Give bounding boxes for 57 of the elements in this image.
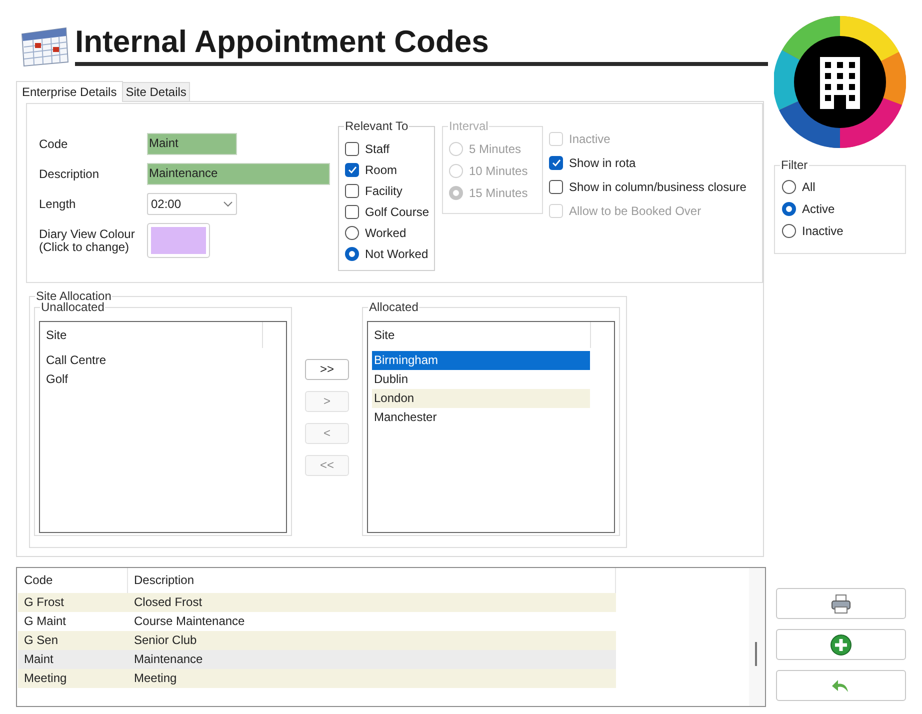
checkbox-option[interactable]: Show in column/business closure — [549, 180, 746, 194]
undo-icon — [831, 678, 851, 694]
table-cell-text: Maint — [23, 651, 54, 668]
checkbox-option[interactable]: Room — [345, 163, 434, 177]
list-item[interactable]: London — [372, 389, 590, 408]
table-row[interactable]: G Sen Senior Club — [18, 631, 616, 650]
text-field[interactable]: Maint — [147, 133, 237, 155]
radio-option[interactable]: Active — [782, 202, 905, 216]
radio-option[interactable]: Worked — [345, 226, 434, 240]
length-dropdown[interactable]: 02:00 — [147, 193, 237, 215]
radio-option[interactable]: Not Worked — [345, 247, 434, 261]
group-title: Interval — [448, 119, 490, 133]
check-icon — [552, 159, 560, 167]
group-title: Allocated — [368, 300, 420, 314]
group-title: Filter — [780, 158, 809, 172]
field-label: Diary View Colour (Click to change) — [39, 228, 136, 254]
radio-option[interactable]: All — [782, 180, 905, 194]
table-row[interactable]: Maint Maintenance — [18, 650, 616, 669]
tab[interactable]: Enterprise Details — [16, 81, 123, 102]
tab[interactable]: Site Details — [122, 82, 190, 101]
checkbox-option[interactable]: Show in rota — [549, 156, 746, 170]
table-cell-text: Senior Club — [133, 632, 198, 649]
group-title: Unallocated — [40, 300, 106, 314]
table-cell-text: Maintenance — [133, 651, 204, 668]
radio-option[interactable]: Inactive — [782, 224, 905, 238]
table-row[interactable]: G Frost Closed Frost — [18, 593, 616, 612]
list-item[interactable]: Birmingham — [372, 351, 590, 370]
text-field[interactable]: Maintenance — [147, 163, 330, 185]
colour-swatch[interactable] — [147, 223, 210, 258]
column-header: Site — [46, 327, 67, 344]
table-cell-text: G Maint — [23, 613, 68, 630]
table-cell-text: Course Maintenance — [133, 613, 246, 630]
column-header: Site — [374, 327, 395, 344]
field-label: Description — [39, 168, 100, 180]
table-row[interactable]: Meeting Meeting — [18, 669, 616, 688]
field-label: Code — [39, 138, 69, 150]
field-label: Length — [39, 198, 77, 210]
checkbox-option[interactable]: Golf Course — [345, 205, 434, 219]
move-button[interactable]: >> — [305, 359, 349, 380]
group-title: Relevant To — [344, 119, 410, 133]
site-list[interactable]: Site Call Centre Golf — [39, 321, 287, 533]
table-cell-text: Meeting — [23, 670, 68, 687]
chevron-down-icon — [223, 201, 233, 207]
print-button[interactable] — [776, 588, 906, 619]
site-list[interactable]: Site Birmingham Dublin London Manchester — [367, 321, 615, 533]
add-button[interactable] — [776, 629, 906, 660]
table-cell-text: G Sen — [23, 632, 60, 649]
checkbox-option[interactable]: Facility — [345, 184, 434, 198]
scrollbar[interactable] — [749, 568, 765, 706]
table-cell-text: G Frost — [23, 594, 66, 611]
plus-icon — [830, 634, 852, 656]
table-cell-text: Closed Frost — [133, 594, 204, 611]
check-icon — [348, 166, 356, 174]
checkbox-option[interactable]: Staff — [345, 142, 434, 156]
page-title: Internal Appointment Codes — [75, 24, 490, 61]
printer-icon — [830, 594, 852, 614]
table-cell-text: Meeting — [133, 670, 178, 687]
